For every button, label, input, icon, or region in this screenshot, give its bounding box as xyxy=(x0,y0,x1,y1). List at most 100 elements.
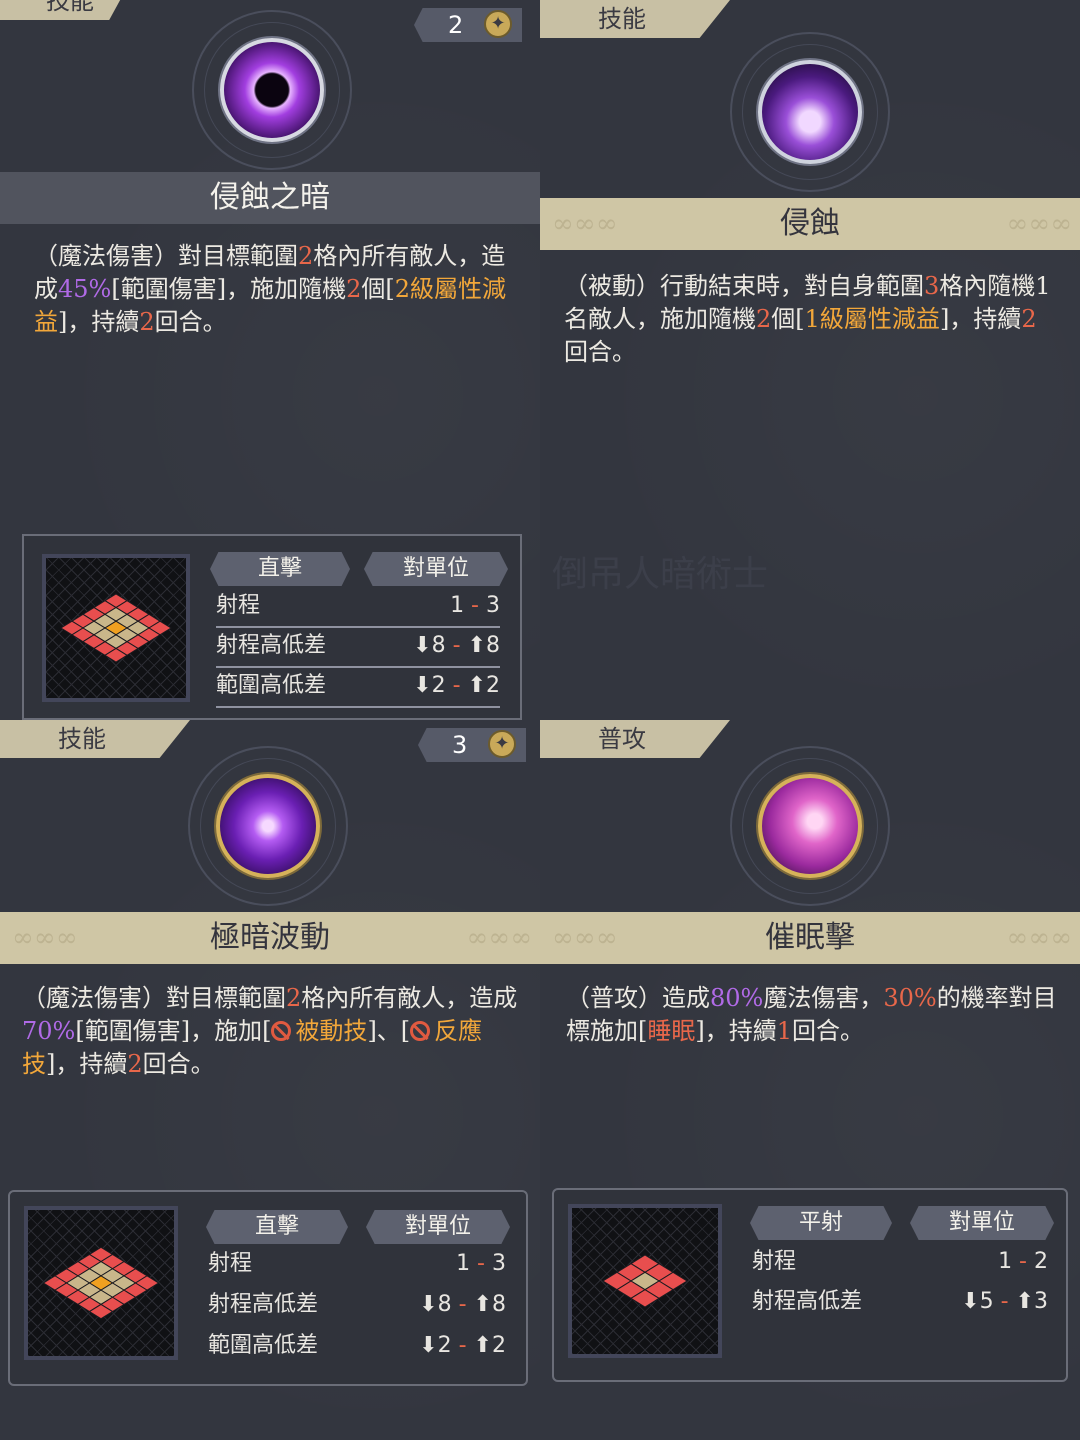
skill-title: 極暗波動 xyxy=(0,912,540,964)
skill-icon-frame xyxy=(188,746,348,906)
skill-description: （被動）行動結束時，對自身範圍3格內隨機1名敵人，施加隨機2個[1級屬性減益]，… xyxy=(564,270,1056,369)
category-tag: 技能 xyxy=(0,720,190,758)
desc-segment: （魔法傷害）對目標範圍 xyxy=(34,242,298,270)
desc-segment: 回合。 xyxy=(564,338,636,366)
range-info-panel: 直擊 對單位 射程 1 - 3 射程高低差 ⬇8 - ⬆8 範圍高低差 ⬇2 -… xyxy=(22,534,522,720)
desc-segment: 80% xyxy=(710,984,764,1012)
stat-value: ⬇2 - ⬆2 xyxy=(413,673,500,698)
stat-label: 射程高低差 xyxy=(216,633,327,658)
desc-segment: ]、[ xyxy=(367,1017,411,1045)
skill-icon-frame xyxy=(730,746,890,906)
stat-label: 射程 xyxy=(216,593,261,618)
stat-row-area-height: 範圍高低差 ⬇2 - ⬆2 xyxy=(208,1326,506,1366)
stat-label: 射程高低差 xyxy=(752,1289,863,1314)
desc-segment: ]，持續 xyxy=(58,308,140,336)
area-pattern xyxy=(602,1254,688,1308)
stat-label: 射程 xyxy=(208,1251,253,1276)
range-info-panel: 直擊 對單位 射程 1 - 3 射程高低差 ⬇8 - ⬆8 範圍高低差 ⬇2 -… xyxy=(8,1190,528,1386)
stat-value: 1 - 3 xyxy=(450,593,500,618)
desc-segment: （魔法傷害）對目標範圍 xyxy=(22,984,286,1012)
desc-segment: 回合。 xyxy=(792,1017,865,1045)
stat-label: 範圍高低差 xyxy=(208,1333,319,1358)
skill-cost-badge: 3 ✦ xyxy=(418,728,526,762)
area-grid xyxy=(42,554,190,702)
desc-segment: 2 xyxy=(286,984,302,1012)
stat-label: 射程 xyxy=(752,1249,797,1274)
attack-type-chip: 平射 xyxy=(750,1206,892,1240)
skill-card-hypno-strike[interactable]: 普攻 催眠擊 （普攻）造成80%魔法傷害，30%的機率對目標施加[睡眠]，持續1… xyxy=(540,720,1080,1440)
desc-segment: 30% xyxy=(883,984,937,1012)
skill-description: （魔法傷害）對目標範圍2格內所有敵人，造成45%[範圍傷害]，施加隨機2個[2級… xyxy=(34,240,510,339)
skill-card-erosion[interactable]: 技能 侵蝕 （被動）行動結束時，對自身範圍3格內隨機1名敵人，施加隨機2個[1級… xyxy=(540,0,1080,720)
range-info-panel: 平射 對單位 射程 1 - 2 射程高低差 ⬇5 - ⬆3 xyxy=(552,1188,1068,1382)
stat-value: 1 - 3 xyxy=(456,1251,506,1276)
stat-label: 射程高低差 xyxy=(208,1292,319,1317)
skill-cost-value: 3 xyxy=(452,731,468,759)
attack-type-chip: 直擊 xyxy=(210,552,350,586)
shadow-hand-icon xyxy=(758,60,862,164)
desc-segment: 1級屬性減益 xyxy=(804,305,940,333)
skill-icon-frame xyxy=(730,32,890,192)
desc-segment: ]，持續 xyxy=(695,1017,777,1045)
desc-segment: 個[ xyxy=(771,305,805,333)
stat-row-range-height: 射程高低差 ⬇8 - ⬆8 xyxy=(216,626,500,668)
cost-star-icon: ✦ xyxy=(488,730,516,758)
desc-segment: （被動）行動結束時，對自身範圍 xyxy=(564,272,924,300)
attack-type-chip: 直擊 xyxy=(206,1210,348,1244)
cost-star-icon: ✦ xyxy=(484,10,512,38)
stat-row-range: 射程 1 - 3 xyxy=(216,586,500,628)
desc-segment: 2 xyxy=(346,275,362,303)
stat-value: ⬇5 - ⬆3 xyxy=(961,1289,1048,1314)
desc-segment: 魔法傷害， xyxy=(763,984,884,1012)
hypno-spear-icon xyxy=(758,774,862,878)
ban-icon xyxy=(271,1021,292,1041)
desc-segment: 2 xyxy=(756,305,772,333)
skill-card-erosion-dark[interactable]: 技能 2 ✦ 侵蝕之暗 （魔法傷害）對目標範圍2格內所有敵人，造成45%[範圍傷… xyxy=(0,0,540,720)
watermark-text: 倒吊人暗術士 xyxy=(552,554,769,595)
skill-icon-frame xyxy=(192,10,352,170)
stat-row-range-height: 射程高低差 ⬇8 - ⬆8 xyxy=(208,1285,506,1325)
desc-segment: [範圍傷害]，施加[ xyxy=(75,1017,272,1045)
desc-segment: 70% xyxy=(22,1017,76,1045)
desc-segment: 2 xyxy=(127,1050,143,1078)
area-grid xyxy=(568,1204,722,1358)
skill-description: （魔法傷害）對目標範圍2格內所有敵人，造成70%[範圍傷害]，施加[被動技]、[… xyxy=(22,982,518,1081)
target-type-chip: 對單位 xyxy=(364,552,508,586)
category-tag: 技能 xyxy=(0,0,130,20)
skill-title: 侵蝕之暗 xyxy=(0,172,540,224)
skill-description: （普攻）造成80%魔法傷害，30%的機率對目標施加[睡眠]，持續1回合。 xyxy=(566,982,1060,1048)
desc-segment: 2 xyxy=(298,242,314,270)
skill-cost-value: 2 xyxy=(448,11,464,39)
dark-vortex-icon xyxy=(216,774,320,878)
desc-segment: 3 xyxy=(924,272,940,300)
category-tag: 普攻 xyxy=(540,720,730,758)
area-pattern xyxy=(60,593,172,663)
skill-title: 侵蝕 xyxy=(540,198,1080,250)
desc-segment: 個[ xyxy=(361,275,395,303)
desc-segment: 1 xyxy=(776,1017,793,1045)
target-type-chip: 對單位 xyxy=(910,1206,1054,1240)
skill-title: 催眠擊 xyxy=(540,912,1080,964)
desc-segment: ]，持續 xyxy=(46,1050,128,1078)
ban-icon xyxy=(410,1021,431,1041)
category-tag: 技能 xyxy=(540,0,730,38)
area-pattern xyxy=(42,1246,160,1320)
desc-segment: （普攻）造成 xyxy=(566,984,710,1012)
desc-segment: 被動技 xyxy=(295,1017,368,1045)
stat-label: 範圍高低差 xyxy=(216,673,327,698)
desc-segment: 回合。 xyxy=(142,1050,215,1078)
stat-row-area-height: 範圍高低差 ⬇2 - ⬆2 xyxy=(216,666,500,708)
stat-value: ⬇8 - ⬆8 xyxy=(419,1292,506,1317)
target-type-chip: 對單位 xyxy=(366,1210,510,1244)
stat-value: ⬇2 - ⬆2 xyxy=(419,1333,506,1358)
desc-segment: 2 xyxy=(139,308,155,336)
desc-segment: 回合。 xyxy=(154,308,227,336)
dark-orb-icon xyxy=(220,38,324,142)
desc-segment: ]，持續 xyxy=(939,305,1022,333)
area-grid xyxy=(24,1206,178,1360)
skill-card-extreme-dark-wave[interactable]: 技能 3 ✦ 極暗波動 （魔法傷害）對目標範圍2格內所有敵人，造成70%[範圍傷… xyxy=(0,720,540,1440)
stat-value: ⬇8 - ⬆8 xyxy=(413,633,500,658)
desc-segment: 睡眠 xyxy=(647,1017,696,1045)
desc-segment: 2 xyxy=(1021,305,1037,333)
desc-segment: [範圍傷害]，施加隨機 xyxy=(111,275,347,303)
